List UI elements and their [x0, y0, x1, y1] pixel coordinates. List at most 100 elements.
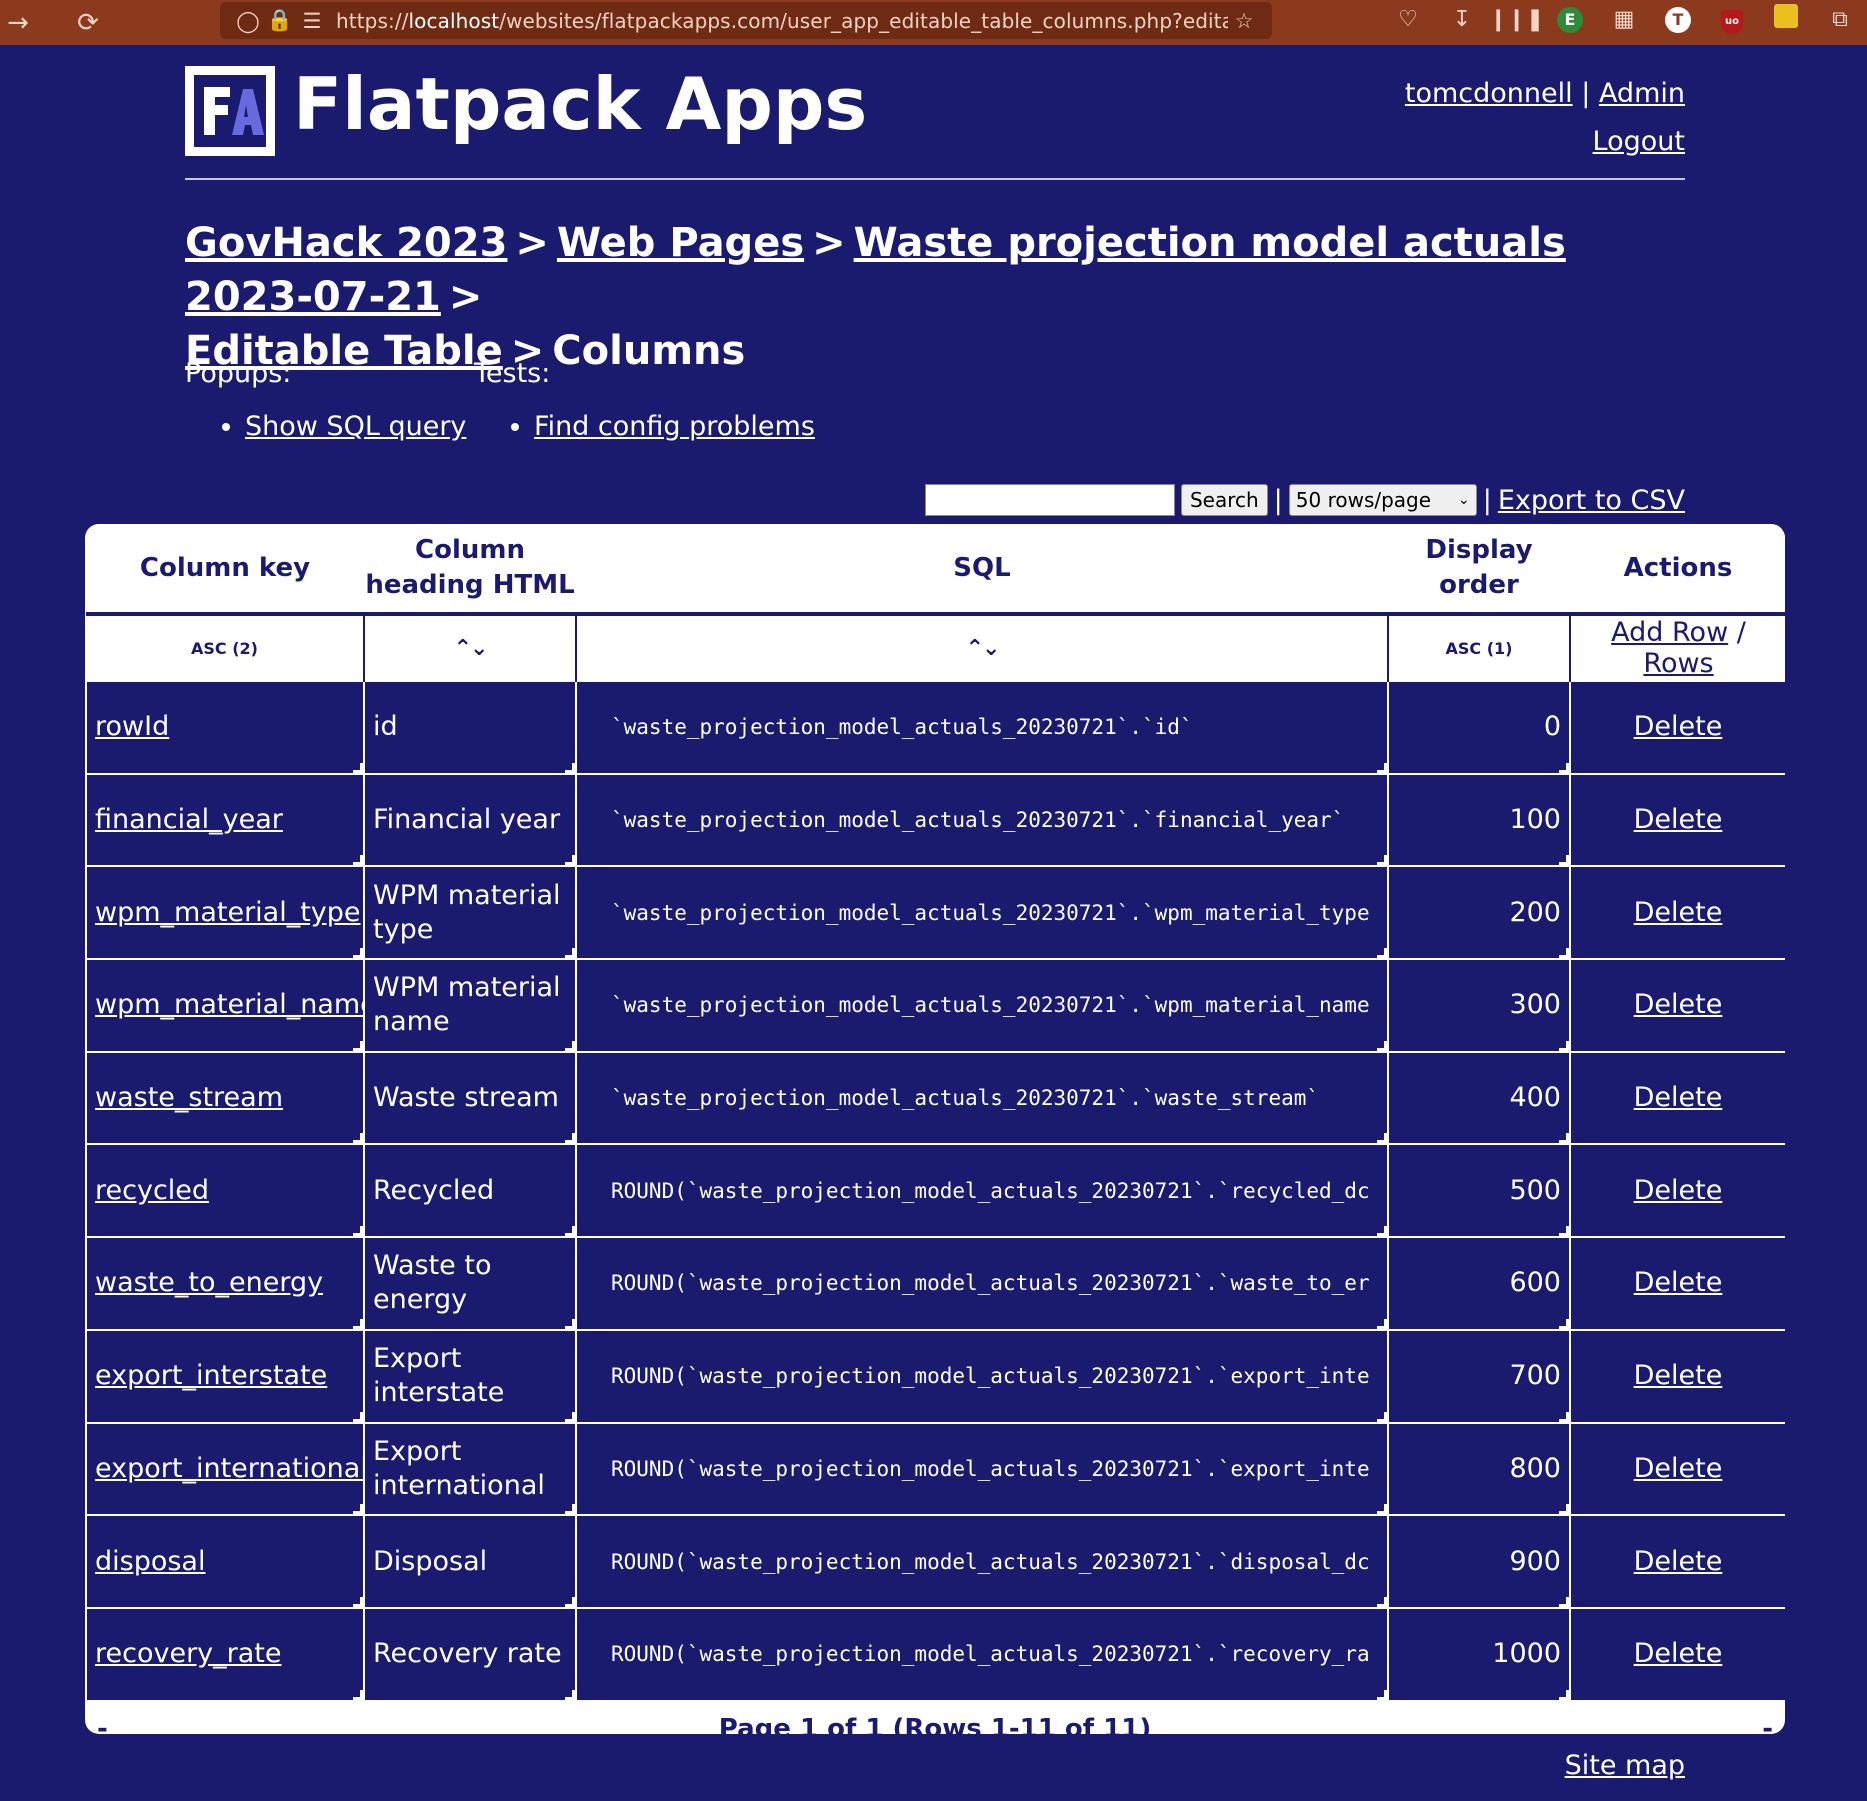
cell-sql[interactable]: `waste_projection_model_actuals_20230721…: [575, 680, 1389, 775]
cell-display-order[interactable]: 500: [1387, 1143, 1571, 1239]
table-row: disposal Disposal ROUND(`waste_projection_…: [85, 1514, 1785, 1609]
url-text[interactable]: https://localhost/websites/flatpackapps.…: [336, 9, 1228, 33]
extension-puzzle-icon[interactable]: ⧉: [1813, 7, 1867, 32]
sort-sql[interactable]: ⌃⌄: [576, 614, 1389, 681]
cell-sql[interactable]: ROUND(`waste_projection_model_actuals_20…: [575, 1328, 1389, 1424]
column-key-link[interactable]: financial_year: [95, 804, 283, 835]
column-key-link[interactable]: recycled: [95, 1175, 209, 1206]
delete-link[interactable]: Delete: [1634, 1360, 1723, 1391]
export-csv-link[interactable]: Export to CSV: [1498, 485, 1685, 516]
column-key-link[interactable]: wpm_material_name: [95, 989, 362, 1020]
delete-link[interactable]: Delete: [1634, 1175, 1723, 1206]
library-icon[interactable]: ❙❙❚: [1489, 7, 1544, 32]
cell-column-heading[interactable]: WPM material name: [363, 958, 577, 1053]
breadcrumb-web-pages[interactable]: Web Pages: [557, 220, 804, 266]
permissions-icon[interactable]: ☰: [296, 9, 328, 33]
site-map-link[interactable]: Site map: [1565, 1750, 1685, 1781]
user-links: tomcdonnell | Admin Logout: [1405, 70, 1685, 166]
table-row: wpm_material_name WPM material name `waste…: [85, 958, 1785, 1053]
add-rows-link[interactable]: Rows: [1643, 648, 1713, 679]
extension-grid-icon[interactable]: ▦: [1597, 7, 1651, 32]
delete-link[interactable]: Delete: [1634, 1546, 1723, 1577]
cell-sql[interactable]: ROUND(`waste_projection_model_actuals_20…: [575, 1143, 1389, 1239]
shield-icon[interactable]: ◯: [232, 9, 264, 33]
pocket-icon[interactable]: ♡: [1381, 7, 1435, 32]
cell-display-order[interactable]: 0: [1387, 680, 1571, 775]
cell-display-order[interactable]: 300: [1387, 958, 1571, 1053]
cell-sql[interactable]: ROUND(`waste_projection_model_actuals_20…: [575, 1514, 1389, 1609]
show-sql-query-link[interactable]: Show SQL query: [245, 411, 466, 442]
column-key-link[interactable]: export_international: [95, 1453, 362, 1484]
address-bar[interactable]: ◯ 🔒 ☰ https://localhost/websites/flatpac…: [220, 2, 1272, 39]
cell-display-order[interactable]: 100: [1387, 772, 1571, 868]
cell-display-order[interactable]: 1000: [1387, 1606, 1571, 1702]
cell-display-order[interactable]: 200: [1387, 865, 1571, 961]
site-logo[interactable]: [185, 66, 275, 156]
column-key-link[interactable]: export_interstate: [95, 1360, 327, 1391]
cell-actions: Delete: [1569, 1421, 1785, 1517]
table-row: financial_year Financial year `waste_proje…: [85, 772, 1785, 868]
reload-icon[interactable]: ⟳: [70, 5, 106, 41]
cell-sql[interactable]: `waste_projection_model_actuals_20230721…: [575, 1050, 1389, 1146]
column-key-link[interactable]: waste_to_energy: [95, 1267, 323, 1298]
sort-column-key[interactable]: ASC (2): [86, 614, 365, 681]
cell-column-heading[interactable]: Recycled: [363, 1143, 577, 1239]
cell-display-order[interactable]: 900: [1387, 1514, 1571, 1609]
delete-link[interactable]: Delete: [1634, 1267, 1723, 1298]
search-button[interactable]: Search: [1180, 484, 1268, 516]
delete-link[interactable]: Delete: [1634, 1453, 1723, 1484]
column-key-link[interactable]: disposal: [95, 1546, 205, 1577]
footer-right: -: [1762, 1713, 1773, 1734]
sort-column-heading[interactable]: ⌃⌄: [364, 614, 577, 681]
delete-link[interactable]: Delete: [1634, 1082, 1723, 1113]
column-key-link[interactable]: rowId: [95, 711, 169, 742]
logo-fa-icon: [194, 75, 266, 147]
cell-column-heading[interactable]: Waste to energy: [363, 1236, 577, 1331]
cell-column-heading[interactable]: Waste stream: [363, 1050, 577, 1146]
delete-link[interactable]: Delete: [1634, 989, 1723, 1020]
sort-display-order[interactable]: ASC (1): [1388, 614, 1571, 681]
table-row: waste_stream Waste stream `waste_projectio…: [85, 1050, 1785, 1146]
user-link[interactable]: tomcdonnell: [1405, 78, 1573, 109]
cell-sql[interactable]: ROUND(`waste_projection_model_actuals_20…: [575, 1421, 1389, 1517]
download-icon[interactable]: ↧: [1435, 7, 1489, 32]
ublock-icon[interactable]: uo: [1705, 5, 1759, 34]
cell-sql[interactable]: `waste_projection_model_actuals_20230721…: [575, 958, 1389, 1053]
lock-icon[interactable]: 🔒: [264, 8, 296, 33]
cell-column-heading[interactable]: id: [363, 680, 577, 775]
breadcrumb-govhack[interactable]: GovHack 2023: [185, 220, 507, 266]
forward-icon[interactable]: →: [0, 5, 36, 41]
cell-column-heading[interactable]: Financial year: [363, 772, 577, 868]
cell-display-order[interactable]: 800: [1387, 1421, 1571, 1517]
cell-column-heading[interactable]: Export interstate: [363, 1328, 577, 1424]
cell-display-order[interactable]: 400: [1387, 1050, 1571, 1146]
rows-per-page-select[interactable]: 50 rows/page ⌄: [1288, 484, 1477, 516]
delete-link[interactable]: Delete: [1634, 897, 1723, 928]
admin-link[interactable]: Admin: [1599, 78, 1685, 109]
cell-sql[interactable]: `waste_projection_model_actuals_20230721…: [575, 772, 1389, 868]
delete-link[interactable]: Delete: [1634, 804, 1723, 835]
cell-column-heading[interactable]: Disposal: [363, 1514, 577, 1609]
add-row-link[interactable]: Add Row: [1611, 617, 1728, 648]
column-key-link[interactable]: wpm_material_type: [95, 897, 361, 928]
bookmark-star-icon[interactable]: ☆: [1228, 9, 1260, 33]
delete-link[interactable]: Delete: [1634, 1638, 1723, 1669]
cell-sql[interactable]: ROUND(`waste_projection_model_actuals_20…: [575, 1236, 1389, 1331]
extension-t-icon[interactable]: T: [1651, 6, 1705, 33]
cell-sql[interactable]: `waste_projection_model_actuals_20230721…: [575, 865, 1389, 961]
cell-display-order[interactable]: 600: [1387, 1236, 1571, 1331]
find-config-problems-link[interactable]: Find config problems: [534, 411, 815, 442]
extension-e-icon[interactable]: E: [1543, 6, 1597, 33]
extension-yellow-icon[interactable]: [1759, 4, 1813, 34]
cell-column-heading[interactable]: WPM material type: [363, 865, 577, 961]
logout-link[interactable]: Logout: [1593, 126, 1685, 157]
column-key-link[interactable]: waste_stream: [95, 1082, 283, 1113]
cell-column-heading[interactable]: Export international: [363, 1421, 577, 1517]
cell-sql[interactable]: ROUND(`waste_projection_model_actuals_20…: [575, 1606, 1389, 1702]
column-key-link[interactable]: recovery_rate: [95, 1638, 282, 1669]
table-row: recycled Recycled ROUND(`waste_projection_…: [85, 1143, 1785, 1239]
search-input[interactable]: [924, 484, 1175, 516]
cell-column-heading[interactable]: Recovery rate: [363, 1606, 577, 1702]
cell-display-order[interactable]: 700: [1387, 1328, 1571, 1424]
delete-link[interactable]: Delete: [1634, 711, 1723, 742]
